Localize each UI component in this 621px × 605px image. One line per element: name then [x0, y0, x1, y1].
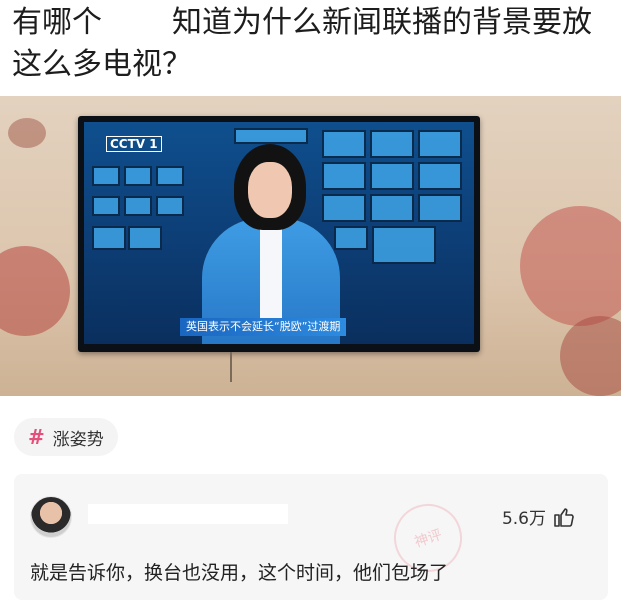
- background-monitor: [92, 226, 126, 250]
- tv-screen: CCTV 1 英国表示不会延长“脱欧”过渡期: [84, 122, 474, 344]
- background-monitor: [322, 130, 366, 158]
- news-anchor-face: [248, 162, 292, 218]
- background-monitor: [370, 130, 414, 158]
- like-button[interactable]: 5.6万: [502, 504, 576, 529]
- topic-tag[interactable]: # 涨姿势: [14, 418, 118, 456]
- post-title: 有哪个 知道为什么新闻联播的背景要放这么多电视？: [12, 2, 612, 86]
- background-monitor: [124, 196, 152, 216]
- like-count: 5.6万: [501, 509, 546, 529]
- background-monitor: [370, 194, 414, 222]
- cctv-logo: CCTV 1: [106, 136, 162, 152]
- background-monitor: [322, 194, 366, 222]
- avatar[interactable]: [30, 496, 72, 538]
- background-monitor: [372, 226, 436, 264]
- background-monitor: [128, 226, 162, 250]
- background-monitor: [92, 196, 120, 216]
- background-monitor: [124, 166, 152, 186]
- background-monitor: [234, 128, 308, 144]
- hash-icon: #: [28, 425, 45, 449]
- comment-text: 就是告诉你，换台也没用，这个时间，他们包场了: [30, 562, 449, 584]
- background-monitor: [322, 162, 366, 190]
- butterfly-icon: [8, 118, 46, 148]
- background-monitor: [334, 226, 368, 250]
- background-monitor: [418, 130, 462, 158]
- background-monitor: [156, 166, 184, 186]
- wallpaper-flower: [520, 206, 621, 326]
- top-comment[interactable]: 神评 5.6万 就是告诉你，换台也没用，这个时间，他们包场了: [14, 474, 608, 600]
- tv-cable: [230, 352, 232, 382]
- background-monitor: [370, 162, 414, 190]
- redacted-username: [88, 504, 288, 524]
- background-monitor: [418, 162, 462, 190]
- post-photo[interactable]: CCTV 1 英国表示不会延长“脱欧”过渡期: [0, 96, 621, 396]
- wallpaper-flower: [560, 316, 621, 396]
- wallpaper-flower: [0, 246, 70, 336]
- background-monitor: [156, 196, 184, 216]
- post-title-part1: 有哪个: [12, 5, 102, 40]
- background-monitor: [418, 194, 462, 222]
- topic-tag-label: 涨姿势: [52, 429, 104, 450]
- news-anchor-collar: [260, 222, 282, 332]
- background-monitor: [92, 166, 120, 186]
- news-ticker: 英国表示不会延长“脱欧”过渡期: [180, 318, 347, 336]
- thumbs-up-icon: [554, 507, 574, 527]
- television: CCTV 1 英国表示不会延长“脱欧”过渡期: [78, 116, 480, 352]
